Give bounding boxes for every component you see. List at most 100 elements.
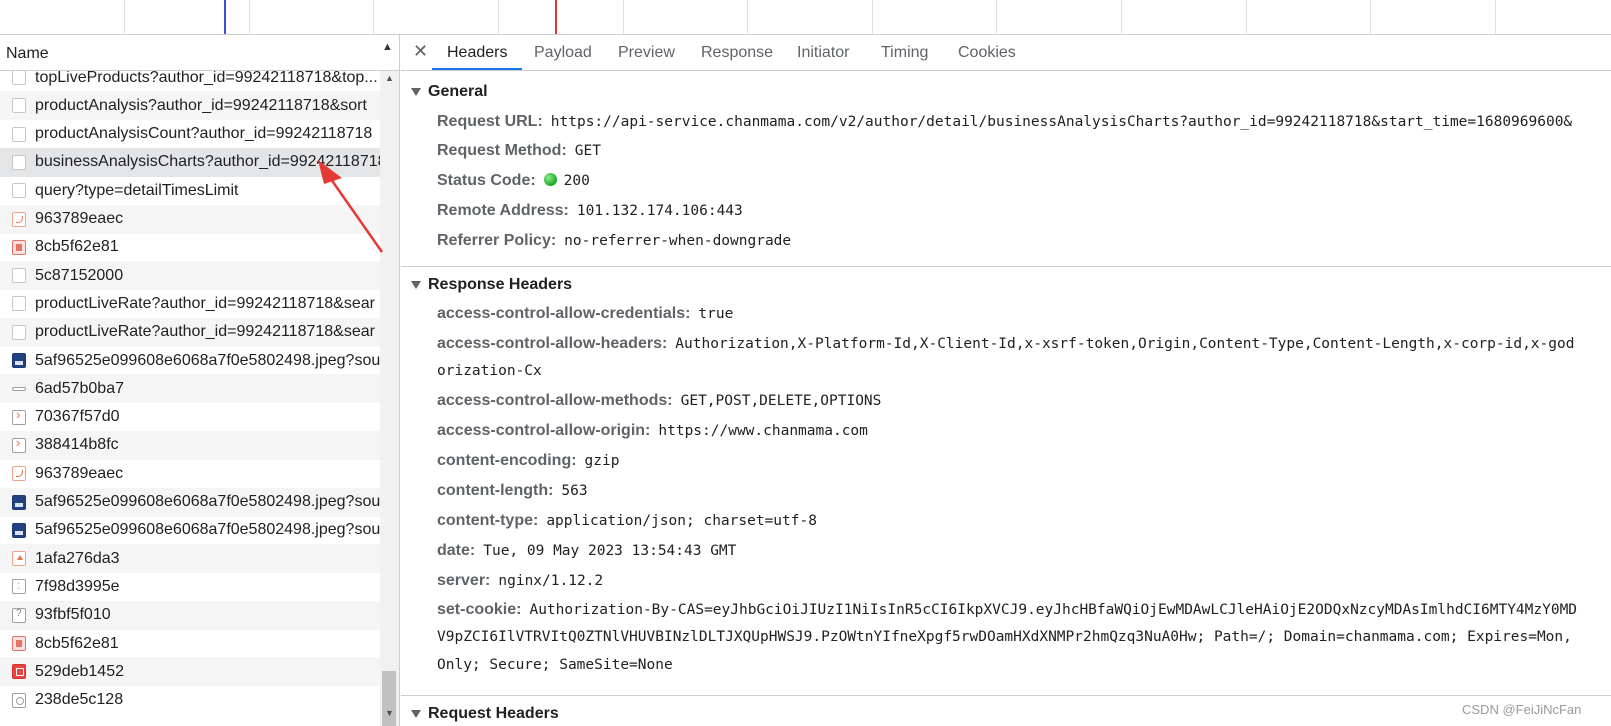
request-row[interactable]: 93fbf5f010 <box>0 600 380 630</box>
request-name: 529deb1452 <box>35 662 124 680</box>
header-value[interactable]: GET,POST,DELETE,OPTIONS <box>681 393 882 409</box>
request-row[interactable]: 8cb5f62e81 <box>0 629 380 658</box>
request-row[interactable]: productLiveRate?author_id=99242118718&se… <box>0 317 380 347</box>
general-section-header[interactable]: General <box>401 78 1611 106</box>
tab-response[interactable]: Response <box>701 44 773 62</box>
request-row[interactable]: 1afa276da3 <box>0 544 380 574</box>
request-name: 388414b8fc <box>35 436 119 454</box>
close-icon[interactable]: ✕ <box>413 41 428 62</box>
tab-payload[interactable]: Payload <box>534 44 592 62</box>
document-icon <box>12 154 26 170</box>
request-method-value[interactable]: GET <box>575 143 601 159</box>
header-value[interactable]: gzip <box>585 453 620 469</box>
script-icon <box>12 466 26 482</box>
referrer-policy-label: Referrer Policy: <box>437 232 557 249</box>
header-name: date: <box>437 542 476 559</box>
header-value[interactable]: https://www.chanmama.com <box>658 423 868 439</box>
tab-cookies[interactable]: Cookies <box>958 44 1016 62</box>
request-row[interactable]: 6ad57b0ba7 <box>0 374 380 404</box>
request-row[interactable]: 7f98d3995e <box>0 572 380 601</box>
request-name: 1afa276da3 <box>35 549 120 567</box>
request-list-scrollbar[interactable]: ▲ ▼ <box>380 71 399 726</box>
tab-preview[interactable]: Preview <box>618 44 675 62</box>
request-row[interactable]: 238de5c128 <box>0 686 380 715</box>
request-row[interactable]: 963789eaec <box>0 459 380 488</box>
header-value[interactable]: Authorization-By-CAS=eyJhbGciOiJIUzI1NiI… <box>529 602 1577 618</box>
upload-icon <box>12 551 26 567</box>
request-name: 70367f57d0 <box>35 408 120 426</box>
status-code-value[interactable]: 200 <box>564 173 590 189</box>
request-row[interactable]: 5c87152000 <box>0 261 380 291</box>
font-icon <box>12 239 26 255</box>
status-code-label: Status Code: <box>437 172 536 189</box>
section-divider <box>401 266 1611 267</box>
header-value[interactable]: Tue, 09 May 2023 13:54:43 GMT <box>483 543 736 559</box>
header-name: content-type: <box>437 512 539 529</box>
header-name: server: <box>437 572 491 589</box>
header-value-continuation[interactable]: Only; Secure; SameSite=None <box>437 657 673 673</box>
request-url-value[interactable]: https://api-service.chanmama.com/v2/auth… <box>551 114 1572 130</box>
document-icon <box>12 296 26 312</box>
timeline-gridline <box>124 0 125 34</box>
request-row[interactable]: 5af96525e099608e6068a7f0e5802498.jpeg?so… <box>0 346 380 375</box>
arrow-icon <box>12 435 26 453</box>
header-value-continuation[interactable]: orization-Cx <box>437 363 542 379</box>
request-url-label: Request URL: <box>437 113 543 130</box>
header-value[interactable]: true <box>698 306 733 322</box>
request-name: 963789eaec <box>35 464 124 482</box>
request-name: productAnalysis?author_id=99242118718&so… <box>35 96 367 114</box>
header-name: content-length: <box>437 482 554 499</box>
header-row: access-control-allow-credentials: true <box>437 305 733 323</box>
timeline-gridline <box>623 0 624 34</box>
request-row[interactable]: 529deb1452 <box>0 657 380 687</box>
remote-address-value[interactable]: 101.132.174.106:443 <box>577 203 743 219</box>
sort-ascending-icon[interactable]: ▲ <box>382 41 393 53</box>
timeline-gridline <box>996 0 997 34</box>
request-row[interactable]: 70367f57d0 <box>0 403 380 432</box>
request-row[interactable]: 5af96525e099608e6068a7f0e5802498.jpeg?so… <box>0 487 380 517</box>
request-headers-section-header[interactable]: Request Headers <box>401 700 1611 726</box>
request-name: 5af96525e099608e6068a7f0e5802498.jpeg?so… <box>35 351 380 369</box>
scroll-up-icon[interactable]: ▲ <box>385 73 394 83</box>
request-name: 8cb5f62e81 <box>35 634 119 652</box>
expand-triangle-icon <box>411 710 421 718</box>
arrow-icon <box>12 407 26 425</box>
request-row[interactable]: 963789eaec <box>0 204 380 234</box>
request-row[interactable]: 8cb5f62e81 <box>0 233 380 262</box>
request-row[interactable]: 5af96525e099608e6068a7f0e5802498.jpeg?so… <box>0 516 380 545</box>
referrer-policy-row: Referrer Policy: no-referrer-when-downgra… <box>437 232 791 250</box>
request-row[interactable]: topLiveProducts?author_id=99242118718&to… <box>0 71 380 92</box>
load-event-marker <box>555 0 557 34</box>
header-value[interactable]: Authorization,X-Platform-Id,X-Client-Id,… <box>675 336 1574 352</box>
dom-content-loaded-marker <box>224 0 226 34</box>
response-headers-section-header[interactable]: Response Headers <box>401 271 1611 299</box>
header-value[interactable]: 563 <box>561 483 587 499</box>
request-list-panel: Name ▲ topLiveProducts?author_id=9924211… <box>0 35 400 726</box>
script-icon <box>12 211 26 227</box>
request-row[interactable]: productLiveRate?author_id=99242118718&se… <box>0 289 380 318</box>
header-value[interactable]: nginx/1.12.2 <box>498 573 603 589</box>
circle-icon <box>12 692 26 708</box>
header-name: content-encoding: <box>437 452 577 469</box>
request-row[interactable]: businessAnalysisCharts?author_id=9924211… <box>0 147 380 177</box>
tab-initiator[interactable]: Initiator <box>797 44 849 62</box>
tab-headers[interactable]: Headers <box>447 44 507 62</box>
header-value-continuation[interactable]: V9pZCI6IlVTRVItQ0ZTNlVHUVBINzlDLTJXQUpHW… <box>437 629 1572 645</box>
tab-timing[interactable]: Timing <box>881 44 928 62</box>
request-row[interactable]: query?type=detailTimesLimit <box>0 176 380 205</box>
scroll-down-icon[interactable]: ▼ <box>385 708 394 718</box>
referrer-policy-value[interactable]: no-referrer-when-downgrade <box>564 233 791 249</box>
document-icon <box>12 98 26 114</box>
request-url-row: Request URL: https://api-service.chanmama… <box>437 113 1572 131</box>
name-column-header[interactable]: Name ▲ <box>0 35 399 71</box>
header-value[interactable]: application/json; charset=utf-8 <box>546 513 817 529</box>
name-column-label: Name <box>6 45 49 62</box>
timeline-gridline <box>747 0 748 34</box>
timeline-overview[interactable] <box>0 0 1611 35</box>
request-row[interactable]: productAnalysis?author_id=99242118718&so… <box>0 91 380 121</box>
request-row[interactable]: productAnalysisCount?author_id=992421187… <box>0 120 380 149</box>
request-name: productAnalysisCount?author_id=992421187… <box>35 125 373 143</box>
request-rows: topLiveProducts?author_id=99242118718&to… <box>0 71 380 726</box>
request-name: 963789eaec <box>35 210 124 227</box>
request-row[interactable]: 388414b8fc <box>0 430 380 460</box>
